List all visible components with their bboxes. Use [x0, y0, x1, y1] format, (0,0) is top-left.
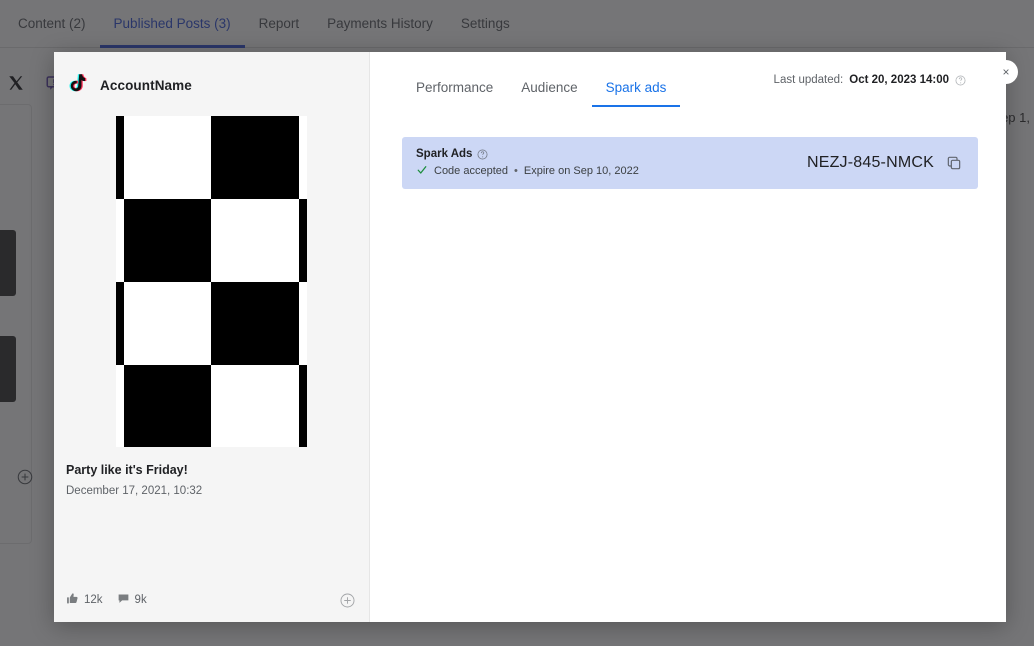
last-updated-value: Oct 20, 2023 14:00: [849, 74, 949, 86]
post-date: December 17, 2021, 10:32: [66, 485, 203, 497]
post-stats-row: 12k 9k: [54, 578, 370, 622]
account-name: AccountName: [100, 77, 192, 93]
comment-icon: [117, 592, 130, 608]
post-preview-panel: AccountName Party like it's Friday! Dece…: [54, 52, 370, 622]
thumbnail-row: [116, 365, 307, 447]
stat-comments: 9k: [117, 592, 147, 608]
comments-count: 9k: [134, 594, 147, 606]
thumbnail-row: [116, 199, 307, 282]
spark-ads-expiry: Expire on Sep 10, 2022: [523, 165, 639, 177]
analytics-tabs: Performance Audience Spark ads: [402, 80, 681, 107]
spark-ads-status-row: Code accepted • Expire on Sep 10, 2022: [416, 164, 807, 178]
post-analytics-panel: Last updated: Oct 20, 2023 14:00 Perform…: [370, 52, 1006, 622]
likes-count: 12k: [84, 594, 103, 606]
app-root: Content (2) Published Posts (3) Report P…: [0, 0, 1034, 646]
spark-ads-card: Spark Ads Code accepted • Expire on Sep …: [402, 137, 978, 189]
check-icon: [416, 164, 428, 178]
spark-ads-title-row: Spark Ads: [416, 148, 807, 160]
plus-circle-icon[interactable]: [339, 592, 356, 609]
tab-audience[interactable]: Audience: [507, 80, 591, 107]
spark-ads-info: Spark Ads Code accepted • Expire on Sep …: [416, 148, 807, 178]
spark-ads-code[interactable]: NEZJ-845-NMCK: [807, 154, 934, 172]
close-button[interactable]: ×: [994, 60, 1018, 84]
stat-likes: 12k: [66, 592, 103, 608]
tab-spark-ads[interactable]: Spark ads: [591, 80, 681, 107]
post-caption: Party like it's Friday!: [66, 463, 188, 477]
spark-ads-title: Spark Ads: [416, 148, 473, 160]
tab-performance[interactable]: Performance: [402, 80, 507, 107]
last-updated: Last updated: Oct 20, 2023 14:00: [774, 74, 966, 86]
post-detail-modal: AccountName Party like it's Friday! Dece…: [54, 52, 1006, 622]
thumbnail-row: [116, 282, 307, 365]
account-row: AccountName: [54, 52, 369, 100]
help-icon[interactable]: [955, 75, 966, 86]
spark-ads-status-text: Code accepted: [434, 165, 508, 177]
thumbnail-row: [116, 116, 307, 199]
last-updated-label: Last updated:: [773, 74, 844, 86]
separator: •: [514, 165, 518, 177]
post-caption-block: Party like it's Friday! December 17, 202…: [54, 447, 369, 497]
tiktok-icon: [66, 73, 88, 97]
post-thumbnail-wrap: [54, 116, 369, 447]
post-thumbnail[interactable]: [116, 116, 307, 447]
thumbs-up-icon: [66, 592, 79, 608]
help-icon[interactable]: [477, 149, 488, 160]
copy-icon[interactable]: [946, 155, 962, 171]
